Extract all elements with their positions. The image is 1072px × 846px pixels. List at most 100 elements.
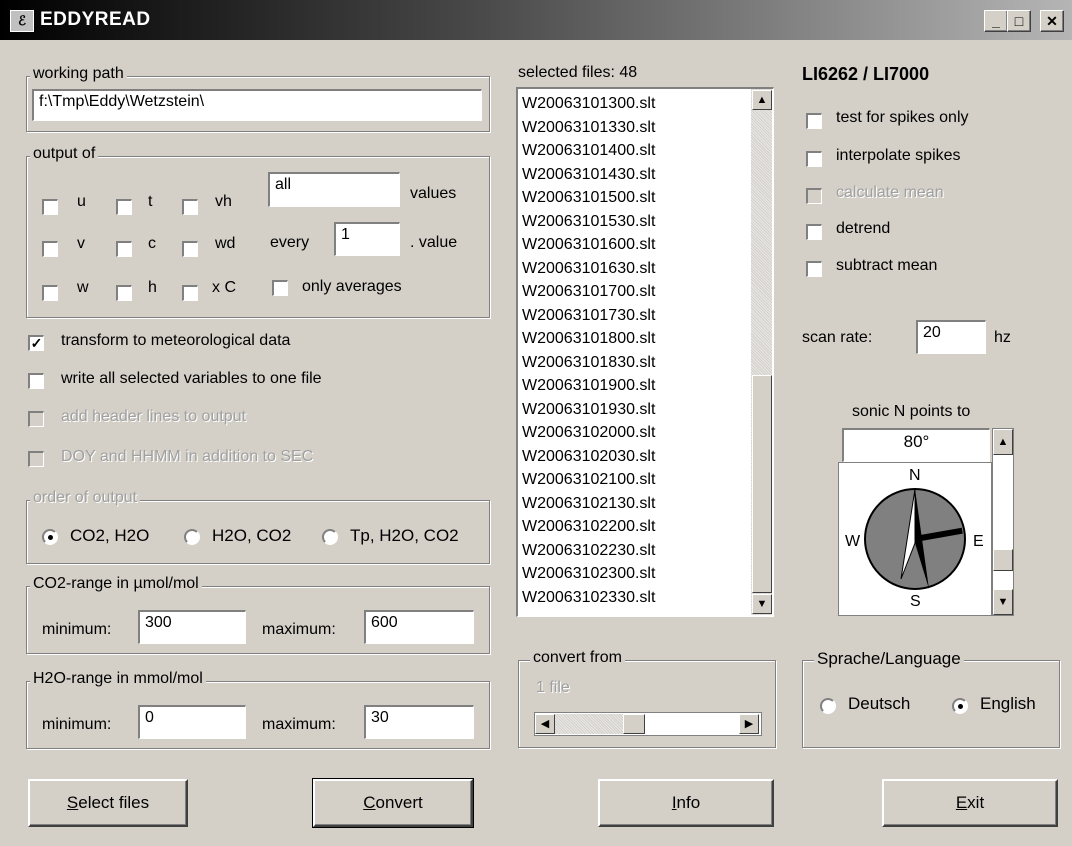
select-files-button[interactable]: Select files (28, 779, 188, 827)
co2-min-input[interactable]: 300 (138, 610, 246, 644)
order-radio-co2-h2o[interactable] (42, 529, 58, 545)
checkbox-h[interactable] (116, 285, 132, 301)
header-lines-checkbox[interactable] (28, 411, 44, 427)
order-label-h2o-co2: H2O, CO2 (212, 526, 292, 545)
only-averages-checkbox[interactable] (272, 280, 288, 296)
transform-checkbox[interactable]: ✓ (28, 335, 44, 351)
header-lines-label: add header lines to output (61, 408, 247, 425)
maximize-button[interactable]: □ (1007, 10, 1031, 32)
order-radio-h2o-co2[interactable] (184, 529, 200, 545)
checkbox-vh[interactable] (182, 199, 198, 215)
compass-w-label: W (845, 533, 861, 550)
h2o-max-input[interactable]: 30 (364, 705, 474, 739)
file-list-item[interactable]: W20063101600.slt (518, 233, 750, 257)
file-list-item[interactable]: W20063101930.slt (518, 398, 750, 422)
convert-button[interactable]: Convert (312, 778, 474, 828)
convert-from-legend: convert from (530, 649, 625, 667)
order-radio-tp-h2o-co2[interactable] (322, 529, 338, 545)
file-list-item[interactable]: W20063101500.slt (518, 186, 750, 210)
interpolate-checkbox[interactable] (806, 151, 822, 167)
convert-from-slider[interactable]: ◀ ▶ (534, 712, 762, 736)
h2o-min-label: minimum: (42, 716, 112, 733)
sonic-heading-input[interactable]: 80° (842, 428, 990, 462)
label-c: c (148, 235, 156, 252)
scan-rate-input[interactable]: 20 (916, 320, 986, 354)
sonic-scrollbar[interactable]: ▲ ▼ (992, 428, 1014, 616)
slider-thumb[interactable] (623, 714, 645, 734)
h2o-max-label: maximum: (262, 716, 336, 733)
subtract-mean-checkbox[interactable] (806, 261, 822, 277)
file-list-item[interactable]: W20063102230.slt (518, 539, 750, 563)
file-list-item[interactable]: W20063102100.slt (518, 468, 750, 492)
file-list-item[interactable]: W20063101800.slt (518, 327, 750, 351)
file-list-item[interactable]: W20063102000.slt (518, 421, 750, 445)
detrend-checkbox[interactable] (806, 224, 822, 240)
title-bar[interactable]: ℰ EDDYREAD _ □ ✕ (0, 0, 1072, 40)
language-radio-deutsch[interactable] (820, 698, 836, 714)
file-list-item[interactable]: W20063101900.slt (518, 374, 750, 398)
every-input[interactable]: 1 (334, 222, 400, 256)
file-list-item[interactable]: W20063101630.slt (518, 257, 750, 281)
values-input[interactable]: all (268, 172, 400, 207)
file-list-item[interactable]: W20063101430.slt (518, 163, 750, 187)
file-list-item[interactable]: W20063101730.slt (518, 304, 750, 328)
file-list-item[interactable]: W20063101400.slt (518, 139, 750, 163)
doy-checkbox[interactable] (28, 451, 44, 467)
detrend-label: detrend (836, 220, 891, 237)
h2o-min-input[interactable]: 0 (138, 705, 246, 739)
file-list-item[interactable]: W20063102030.slt (518, 445, 750, 469)
checkbox-c[interactable] (116, 241, 132, 257)
file-list-item[interactable]: W20063101330.slt (518, 116, 750, 140)
checkbox-u[interactable] (42, 199, 58, 215)
spikes-only-checkbox[interactable] (806, 113, 822, 129)
file-list[interactable]: W20063101300.slt W20063101330.slt W2006310… (516, 87, 774, 617)
exit-button[interactable]: Exit (882, 779, 1058, 827)
file-list-item[interactable]: W20063101830.slt (518, 351, 750, 375)
sonic-scroll-thumb[interactable] (993, 549, 1013, 571)
checkbox-w[interactable] (42, 285, 58, 301)
label-v: v (77, 235, 85, 252)
interpolate-label: interpolate spikes (836, 147, 961, 164)
working-path-input[interactable]: f:\Tmp\Eddy\Wetzstein\ (32, 89, 482, 121)
sonic-down-arrow-icon[interactable]: ▼ (993, 589, 1013, 615)
file-list-item[interactable]: W20063102130.slt (518, 492, 750, 516)
checkbox-xc[interactable] (182, 285, 198, 301)
co2-max-input[interactable]: 600 (364, 610, 474, 644)
sonic-label: sonic N points to (852, 403, 971, 420)
file-list-scroll-thumb[interactable] (752, 375, 772, 593)
doy-label: DOY and HHMM in addition to SEC (61, 448, 314, 465)
checkbox-v[interactable] (42, 241, 58, 257)
slider-left-arrow-icon[interactable]: ◀ (535, 714, 555, 734)
minimize-button[interactable]: _ (984, 10, 1008, 32)
language-radio-english[interactable] (952, 698, 968, 714)
file-list-item[interactable]: W20063101530.slt (518, 210, 750, 234)
sonic-up-arrow-icon[interactable]: ▲ (993, 429, 1013, 455)
checkbox-t[interactable] (116, 199, 132, 215)
window-title: EDDYREAD (40, 9, 151, 30)
write-all-checkbox[interactable] (28, 373, 44, 389)
compass-panel[interactable]: N E S W (838, 462, 992, 616)
compass-e-label: E (973, 533, 984, 550)
order-label-co2-h2o: CO2, H2O (70, 526, 150, 545)
file-list-item[interactable]: W20063101700.slt (518, 280, 750, 304)
file-list-item[interactable]: W20063101300.slt (518, 92, 750, 116)
scroll-down-arrow-icon[interactable]: ▼ (752, 594, 772, 614)
write-all-label: write all selected variables to one file (61, 370, 322, 387)
file-list-scrollbar[interactable]: ▲ ▼ (751, 89, 772, 615)
calculate-mean-checkbox[interactable] (806, 188, 822, 204)
co2-max-label: maximum: (262, 621, 336, 638)
file-items: W20063101300.slt W20063101330.slt W2006310… (518, 92, 750, 609)
label-u: u (77, 193, 86, 210)
file-list-item[interactable]: W20063102330.slt (518, 586, 750, 610)
analyzer-title: LI6262 / LI7000 (802, 64, 930, 84)
info-button[interactable]: Info (598, 779, 774, 827)
file-list-item[interactable]: W20063102300.slt (518, 562, 750, 586)
slider-right-arrow-icon[interactable]: ▶ (739, 714, 759, 734)
checkbox-wd[interactable] (182, 241, 198, 257)
file-list-item[interactable]: W20063102200.slt (518, 515, 750, 539)
h2o-range-legend: H2O-range in mmol/mol (30, 670, 206, 688)
scroll-up-arrow-icon[interactable]: ▲ (752, 90, 772, 110)
info-label: nfo (676, 793, 701, 812)
close-button[interactable]: ✕ (1040, 10, 1064, 32)
app-icon[interactable]: ℰ (10, 10, 34, 32)
